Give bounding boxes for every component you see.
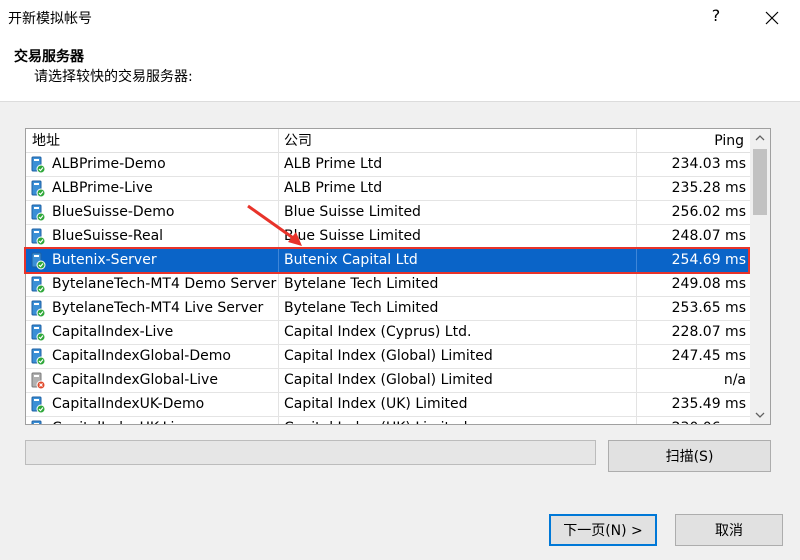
cell-address: CapitalIndexUK-Live (52, 417, 278, 424)
wizard-header: 交易服务器 请选择较快的交易服务器: (0, 36, 800, 102)
cell-ping: 248.07 ms (671, 228, 746, 244)
table-row[interactable]: CapitalIndexUK-Live Capital Index (UK) Li… (26, 417, 752, 424)
cell-ping: 228.07 ms (671, 324, 746, 340)
cancel-button[interactable]: 取消 (675, 514, 783, 546)
cell-ping: 235.49 ms (671, 396, 746, 412)
server-ok-icon (30, 276, 46, 294)
cell-company: Bytelane Tech Limited (284, 276, 439, 292)
cell-address: BytelaneTech-MT4 Live Server (52, 300, 264, 316)
cell-company: Capital Index (Cyprus) Ltd. (284, 324, 472, 340)
server-ok-icon (30, 204, 46, 222)
column-header-address[interactable]: 地址 (32, 129, 60, 153)
cell-company: Butenix Capital Ltd (284, 252, 418, 268)
cell-ping: 256.02 ms (671, 204, 746, 220)
cell-address: CapitalIndex-Live (52, 324, 174, 340)
server-ok-icon (30, 228, 46, 246)
scan-button[interactable]: 扫描(S) (608, 440, 771, 472)
cell-company: Capital Index (Global) Limited (284, 372, 493, 388)
table-row[interactable]: BytelaneTech-MT4 Demo Server Bytelane Tec… (26, 273, 752, 297)
scroll-up-icon[interactable] (750, 129, 770, 147)
column-header-company[interactable]: 公司 (284, 129, 312, 153)
table-row[interactable]: Butenix-Server Butenix Capital Ltd 254.69 … (26, 249, 752, 273)
table-row[interactable]: BlueSuisse-Real Blue Suisse Limited 248.07… (26, 225, 752, 249)
cell-ping: 230.06 ms (640, 417, 746, 424)
cell-ping: 249.08 ms (671, 276, 746, 292)
scroll-thumb[interactable] (753, 149, 767, 215)
vertical-scrollbar[interactable] (750, 129, 770, 424)
help-button[interactable]: ? (708, 6, 724, 25)
server-ok-icon (30, 396, 46, 414)
list-header: 地址 公司 Ping (26, 129, 752, 153)
section-subtitle: 请选择较快的交易服务器: (34, 69, 193, 85)
scan-progress-bar (25, 440, 596, 465)
cell-company: Capital Index (UK) Limited (284, 417, 636, 424)
cell-ping: n/a (723, 372, 746, 388)
cell-ping: 247.45 ms (671, 348, 746, 364)
server-ok-icon (30, 300, 46, 318)
column-header-ping[interactable]: Ping (640, 129, 744, 153)
cell-address: CapitalIndexUK-Demo (52, 396, 205, 412)
window-title: 开新模拟帐号 (8, 11, 92, 27)
table-row[interactable]: ALBPrime-Live ALB Prime Ltd 235.28 ms (26, 177, 752, 201)
server-ok-icon (30, 348, 46, 366)
cell-address: ALBPrime-Demo (52, 156, 166, 172)
cell-address: CapitalIndexGlobal-Demo (52, 348, 231, 364)
cell-ping: 253.65 ms (671, 300, 746, 316)
cell-ping: 235.28 ms (671, 180, 746, 196)
table-row[interactable]: ALBPrime-Demo ALB Prime Ltd 234.03 ms (26, 153, 752, 177)
title-bar: 开新模拟帐号 ? (0, 0, 800, 36)
cell-address: Butenix-Server (52, 252, 157, 268)
cell-address: BlueSuisse-Real (52, 228, 164, 244)
cell-address: BlueSuisse-Demo (52, 204, 175, 220)
server-ok-icon (30, 324, 46, 342)
cell-company: ALB Prime Ltd (284, 156, 383, 172)
table-row[interactable]: CapitalIndexUK-Demo Capital Index (UK) Li… (26, 393, 752, 417)
table-row[interactable]: BytelaneTech-MT4 Live Server Bytelane Tec… (26, 297, 752, 321)
scroll-down-icon[interactable] (750, 406, 770, 424)
cell-ping: 254.69 ms (671, 252, 746, 268)
table-row[interactable]: CapitalIndexGlobal-Live Capital Index (Gl… (26, 369, 752, 393)
cell-company: Blue Suisse Limited (284, 228, 421, 244)
cell-company: Blue Suisse Limited (284, 204, 421, 220)
table-row[interactable]: CapitalIndex-Live Capital Index (Cyprus) … (26, 321, 752, 345)
server-ok-icon (30, 156, 46, 174)
server-rows: ALBPrime-Demo ALB Prime Ltd 234.03 ms ALBPr… (26, 153, 752, 424)
cell-address: CapitalIndexGlobal-Live (52, 372, 218, 388)
cell-address: BytelaneTech-MT4 Demo Server (52, 276, 277, 292)
table-row[interactable]: BlueSuisse-Demo Blue Suisse Limited 256.02… (26, 201, 752, 225)
cell-company: Bytelane Tech Limited (284, 300, 439, 316)
server-ok-icon (30, 180, 46, 198)
cell-company: ALB Prime Ltd (284, 180, 383, 196)
server-ok-icon (30, 420, 46, 424)
cell-address: ALBPrime-Live (52, 180, 153, 196)
server-error-icon (30, 372, 46, 390)
server-ok-icon (30, 252, 46, 270)
section-title: 交易服务器 (14, 49, 84, 65)
cell-company: Capital Index (Global) Limited (284, 348, 493, 364)
server-list[interactable]: 地址 公司 Ping ALBPrime-Demo ALB Prime Ltd 234… (25, 128, 771, 425)
close-icon[interactable] (757, 4, 787, 32)
next-button[interactable]: 下一页(N) > (549, 514, 657, 546)
cell-ping: 234.03 ms (671, 156, 746, 172)
cell-company: Capital Index (UK) Limited (284, 396, 468, 412)
table-row[interactable]: CapitalIndexGlobal-Demo Capital Index (Gl… (26, 345, 752, 369)
